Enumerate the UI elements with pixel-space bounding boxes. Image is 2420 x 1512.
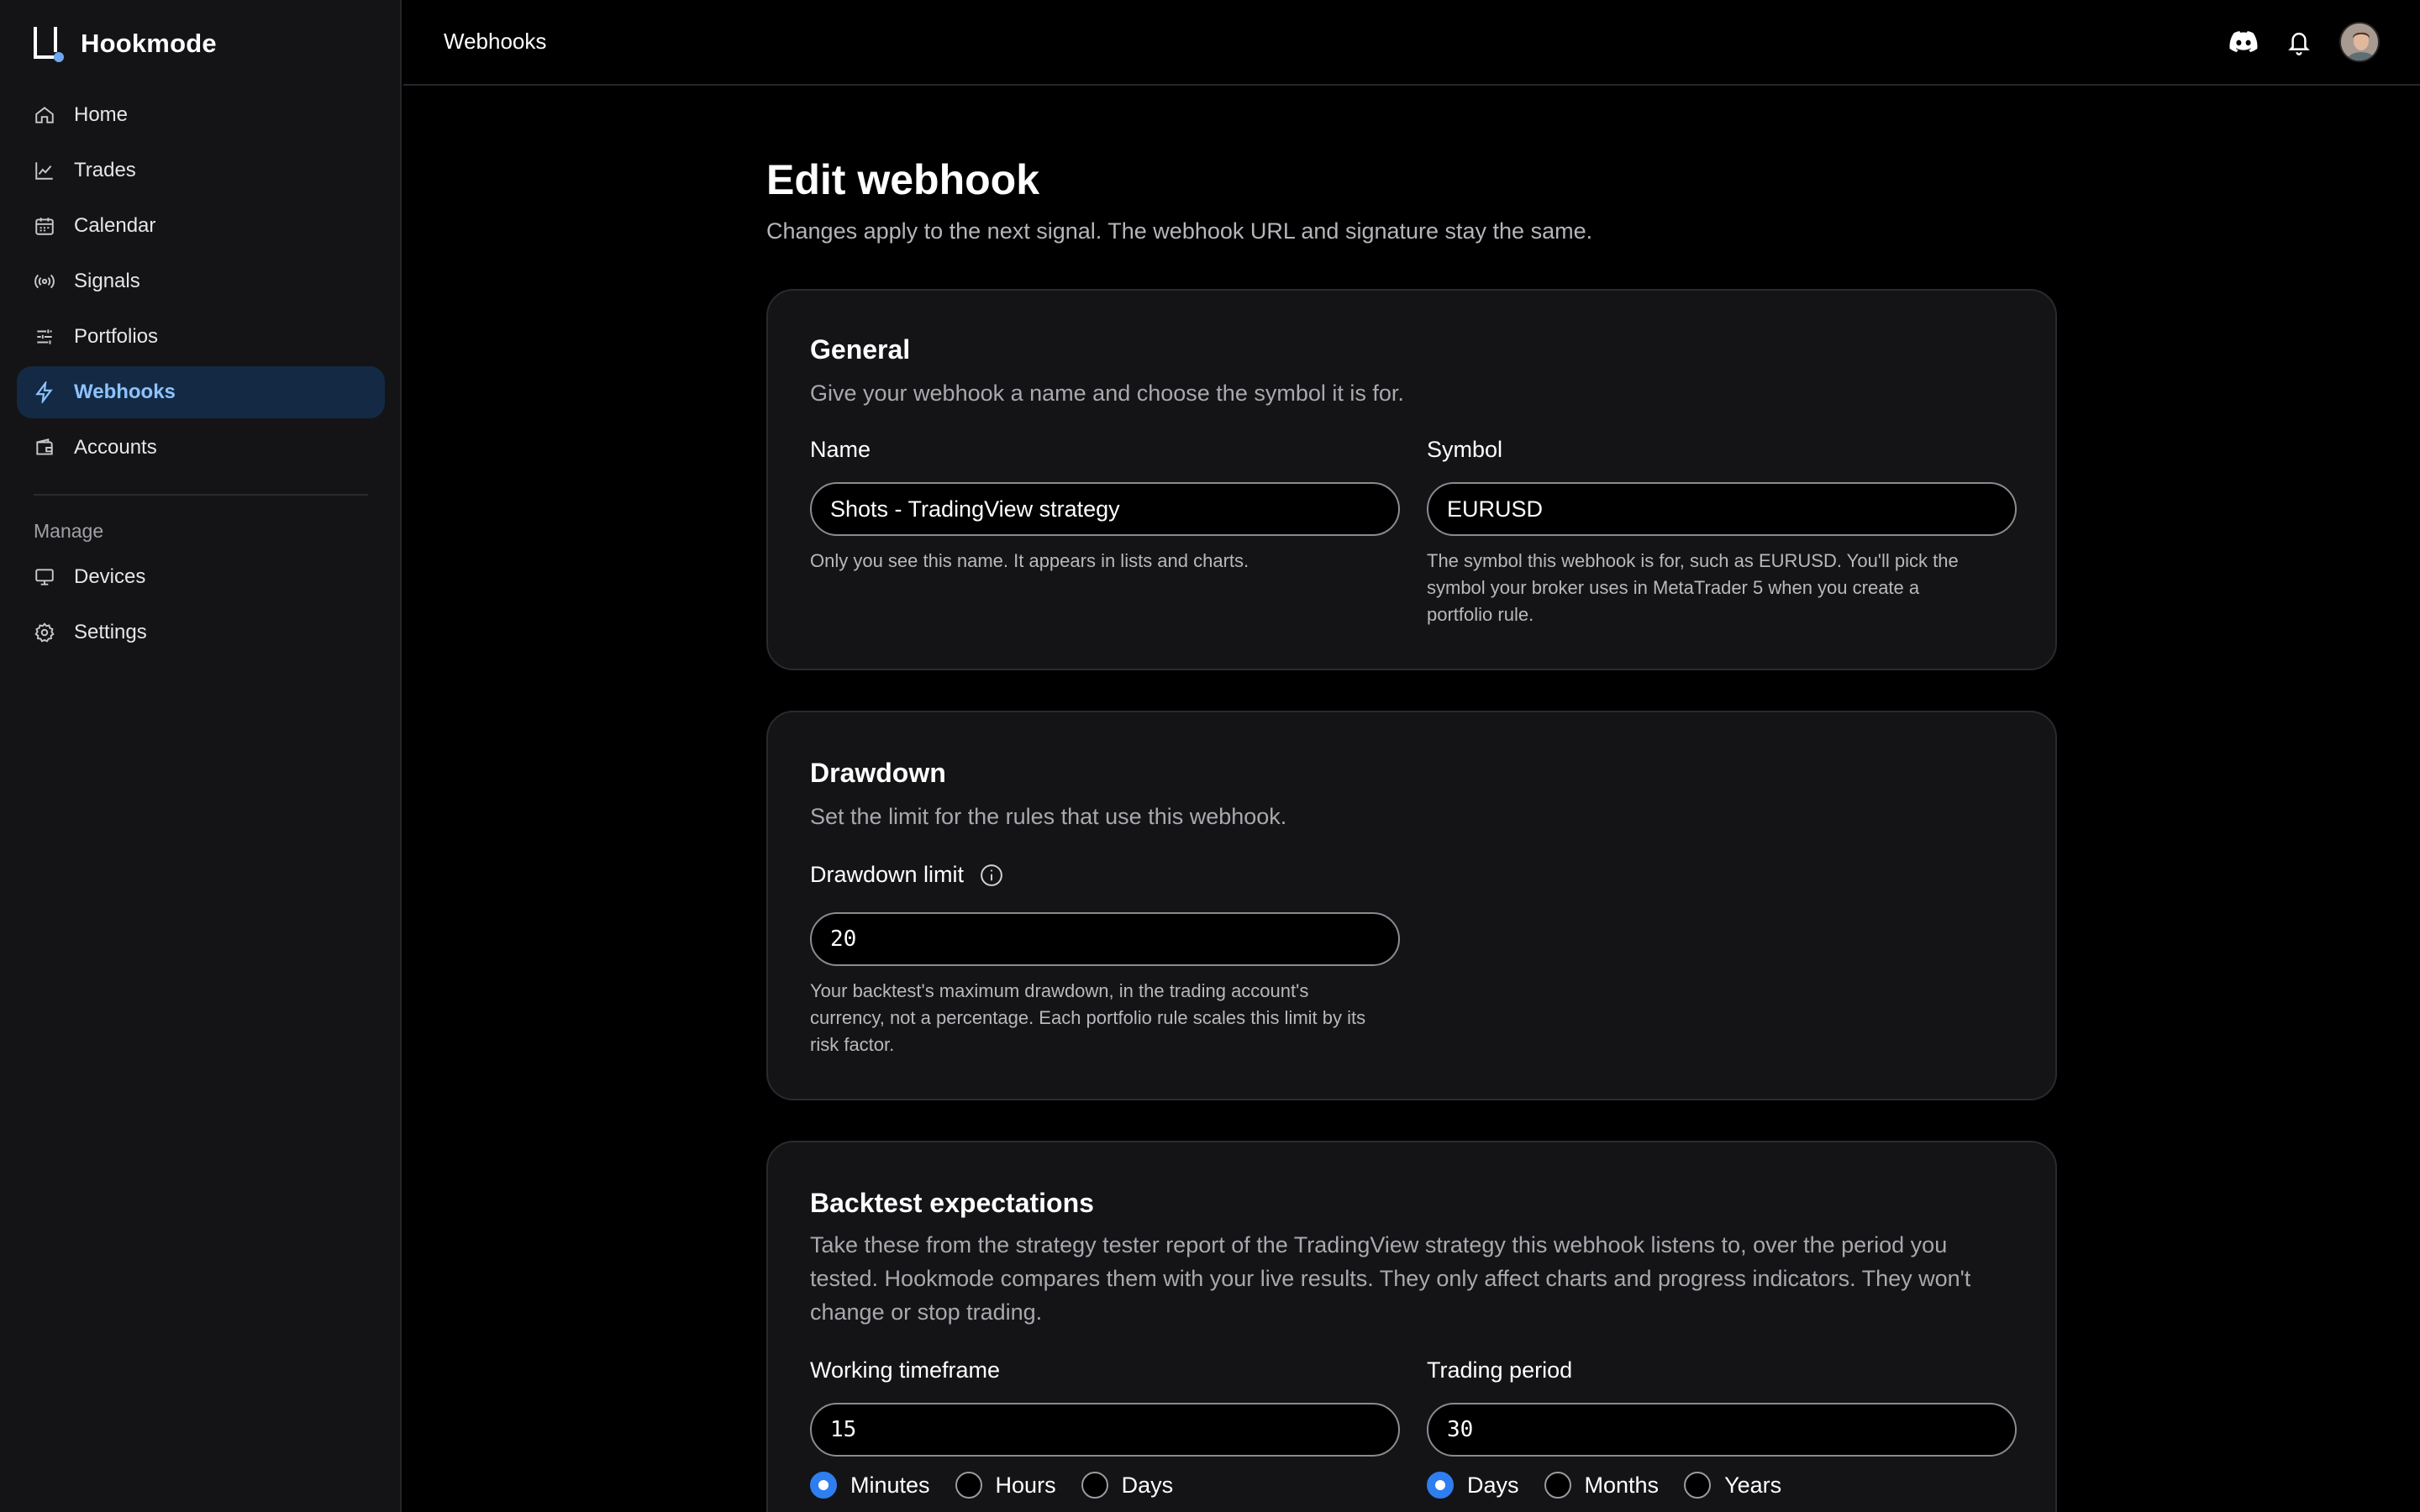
period-unit-group: Days Months Years [1427, 1472, 1807, 1499]
drawdown-description: Set the limit for the rules that use thi… [810, 804, 1287, 829]
sidebar-nav: Home Trades Calendar Signals Portfolios … [17, 89, 385, 662]
symbol-help: The symbol this webhook is for, such as … [1427, 548, 2032, 628]
sidebar-item-label: Home [74, 103, 129, 126]
radio-unselected-icon [1684, 1472, 1712, 1499]
bell-icon[interactable] [2284, 27, 2314, 57]
drawdown-limit-input[interactable] [810, 912, 1400, 966]
radio-label: Days [1467, 1472, 1519, 1498]
sidebar-item-signals[interactable]: Signals [17, 255, 385, 307]
gear-icon [34, 622, 55, 643]
backtest-description: Take these from the strategy tester repo… [810, 1228, 2020, 1329]
wallet-icon [36, 438, 53, 455]
sidebar-item-trades[interactable]: Trades [17, 144, 385, 197]
period-unit-days[interactable]: Days [1427, 1472, 1519, 1499]
calendar-icon [35, 218, 54, 235]
general-title: General [810, 334, 911, 365]
sidebar-item-devices[interactable]: Devices [17, 551, 385, 603]
drawdown-limit-label: Drawdown limit [810, 862, 965, 887]
sliders-icon [37, 329, 52, 344]
name-label: Name [810, 437, 871, 462]
timeframe-unit-days[interactable]: Days [1081, 1472, 1174, 1499]
sidebar-item-home[interactable]: Home [17, 89, 385, 141]
sidebar-item-label: Accounts [74, 436, 157, 459]
sidebar-item-label: Webhooks [74, 381, 176, 403]
symbol-help-line: symbol your broker uses in MetaTrader 5 … [1427, 577, 1920, 598]
info-icon[interactable] [979, 863, 1004, 888]
radio-unselected-icon [1544, 1472, 1571, 1499]
name-input[interactable] [810, 482, 1400, 536]
trading-period-input[interactable] [1427, 1403, 2017, 1457]
chart-line-icon [35, 162, 53, 180]
sidebar-item-portfolios[interactable]: Portfolios [17, 311, 385, 363]
monitor-icon [35, 569, 54, 585]
general-card: General Give your webhook a name and cho… [766, 289, 2057, 670]
timeframe-unit-group: Minutes Hours Days [810, 1472, 1198, 1499]
sidebar-item-webhooks[interactable]: Webhooks [17, 366, 385, 418]
page-title: Edit webhook [766, 156, 1039, 203]
drawdown-help-line: currency, not a percentage. Each portfol… [810, 1007, 1366, 1028]
symbol-help-line: portfolio rule. [1427, 604, 1534, 625]
trading-period-label: Trading period [1427, 1357, 1573, 1383]
sidebar-item-label: Portfolios [74, 325, 159, 348]
working-timeframe-label: Working timeframe [810, 1357, 1001, 1383]
backtest-title: Backtest expectations [810, 1188, 1094, 1218]
radio-unselected-icon [1081, 1472, 1108, 1499]
radio-selected-icon [810, 1472, 837, 1499]
sidebar-item-label: Trades [74, 159, 136, 181]
sidebar-item-settings[interactable]: Settings [17, 606, 385, 659]
main-content: Edit webhook Changes apply to the next s… [766, 155, 2057, 244]
sidebar-item-label: Signals [74, 270, 140, 292]
sidebar-item-calendar[interactable]: Calendar [17, 200, 385, 252]
avatar[interactable] [2339, 22, 2380, 62]
working-timeframe-input[interactable] [810, 1403, 1400, 1457]
bolt-icon [35, 381, 53, 403]
symbol-input[interactable] [1427, 482, 2017, 536]
top-bar: Webhooks [403, 0, 2420, 86]
brand[interactable]: Hookmode [32, 25, 217, 62]
home-icon [35, 107, 54, 123]
name-help: Only you see this name. It appears in li… [810, 550, 1249, 571]
radio-label: Days [1121, 1472, 1174, 1498]
period-unit-months[interactable]: Months [1544, 1472, 1660, 1499]
radio-label: Years [1724, 1472, 1782, 1498]
backtest-description-line: change or stop trading. [810, 1299, 1043, 1325]
radio-label: Months [1584, 1472, 1660, 1498]
timeframe-unit-hours[interactable]: Hours [955, 1472, 1056, 1499]
symbol-help-line: The symbol this webhook is for, such as … [1427, 550, 1959, 571]
radio-label: Minutes [850, 1472, 930, 1498]
drawdown-help-line: risk factor. [810, 1034, 895, 1055]
timeframe-unit-minutes[interactable]: Minutes [810, 1472, 930, 1499]
drawdown-limit-label-row: Drawdown limit [810, 862, 1004, 888]
sidebar-item-label: Devices [74, 565, 146, 588]
sidebar-divider [34, 494, 368, 496]
period-unit-years[interactable]: Years [1684, 1472, 1781, 1499]
drawdown-help: Your backtest's maximum drawdown, in the… [810, 978, 1415, 1058]
drawdown-help-line: Your backtest's maximum drawdown, in the… [810, 980, 1309, 1001]
top-bar-title: Webhooks [444, 29, 547, 54]
radio-unselected-icon [955, 1472, 982, 1499]
brand-name: Hookmode [81, 29, 217, 58]
symbol-label: Symbol [1427, 437, 1503, 462]
sidebar-item-accounts[interactable]: Accounts [17, 422, 385, 474]
broadcast-icon [34, 274, 55, 289]
backtest-description-line: tested. Hookmode compares them with your… [810, 1266, 1971, 1291]
drawdown-title: Drawdown [810, 758, 946, 788]
sidebar: Hookmode Home Trades Calendar Signals Po… [0, 0, 402, 1512]
backtest-card: Backtest expectations Take these from th… [766, 1141, 2057, 1512]
drawdown-card: Drawdown Set the limit for the rules tha… [766, 711, 2057, 1100]
general-description: Give your webhook a name and choose the … [810, 381, 1404, 406]
discord-icon[interactable] [2228, 27, 2259, 57]
backtest-description-line: Take these from the strategy tester repo… [810, 1232, 1948, 1257]
page-subtitle: Changes apply to the next signal. The we… [766, 218, 1593, 244]
top-bar-actions [2228, 22, 2380, 62]
sidebar-section-manage: Manage [34, 519, 104, 542]
radio-label: Hours [995, 1472, 1056, 1498]
radio-selected-icon [1427, 1472, 1454, 1499]
hookmode-logo-icon [32, 25, 64, 62]
sidebar-item-label: Calendar [74, 214, 156, 237]
sidebar-item-label: Settings [74, 621, 147, 643]
